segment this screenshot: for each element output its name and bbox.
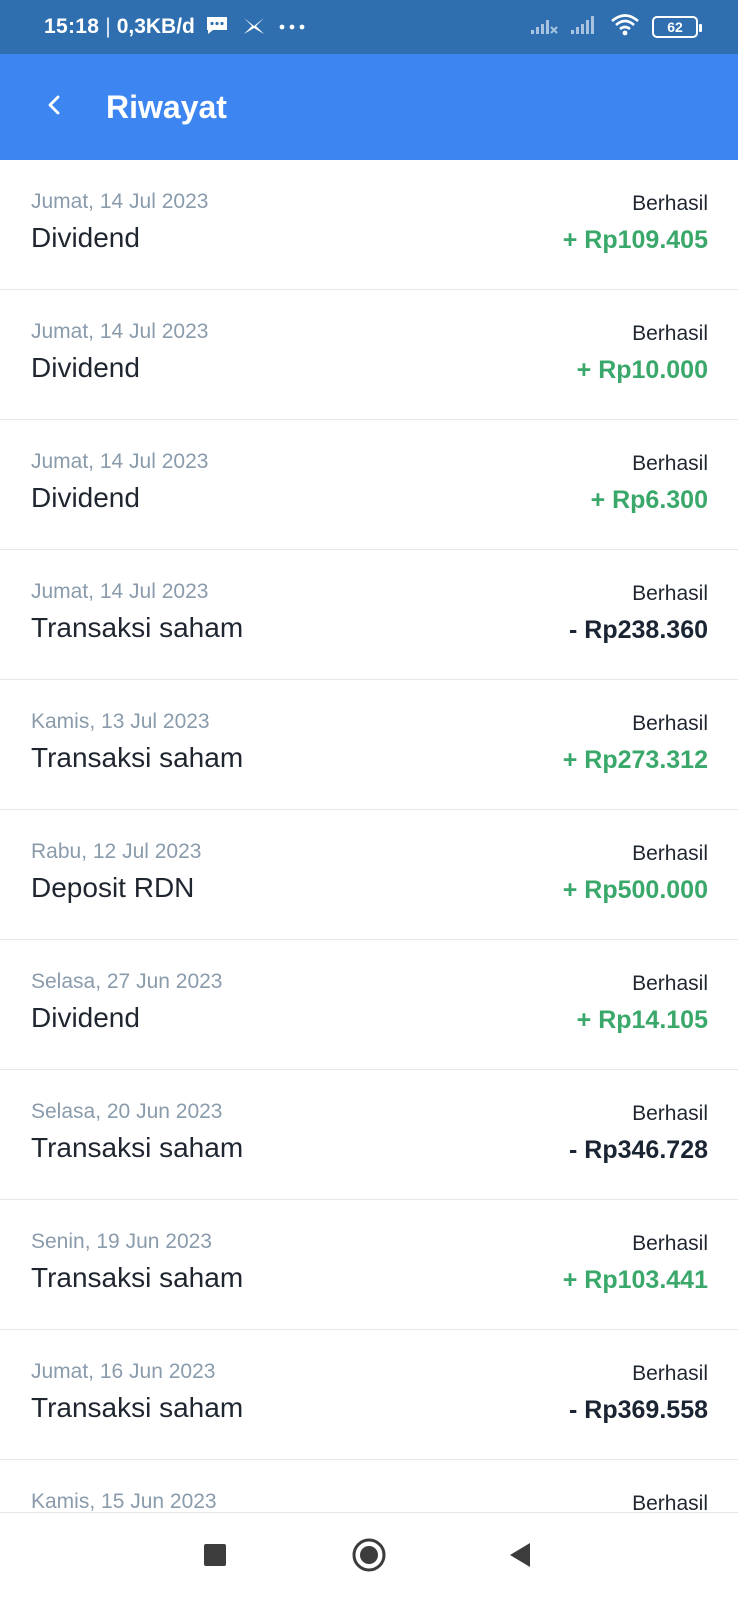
transaction-status: Berhasil [632, 972, 708, 995]
transaction-title: Dividend [31, 222, 140, 253]
message-icon [205, 15, 229, 40]
transaction-date: Rabu, 12 Jul 2023 [31, 840, 202, 863]
transaction-row[interactable]: Selasa, 27 Jun 2023 Dividend Berhasil + Rp1… [0, 940, 738, 1070]
transaction-title: Dividend [31, 1002, 140, 1033]
transaction-status: Berhasil [632, 1102, 708, 1125]
transaction-amount: + Rp14.105 [576, 1006, 708, 1034]
transaction-date: Jumat, 14 Jul 2023 [31, 320, 209, 343]
transaction-title: Transaksi saham [31, 1132, 244, 1163]
status-separator: | [105, 15, 111, 38]
transaction-row[interactable]: Jumat, 14 Jul 2023 Dividend Berhasil + Rp6.… [0, 420, 738, 550]
transaction-date: Kamis, 13 Jul 2023 [31, 710, 210, 733]
transaction-status: Berhasil [632, 712, 708, 735]
transaction-row[interactable]: Jumat, 14 Jul 2023 Transaksi saham Berhasi… [0, 550, 738, 680]
transaction-list: Jumat, 14 Jul 2023 Dividend Berhasil + Rp10… [0, 160, 738, 1590]
transaction-amount: - Rp369.558 [569, 1396, 708, 1424]
app-bar: Riwayat [0, 54, 738, 160]
transaction-status: Berhasil [632, 322, 708, 345]
transaction-row[interactable]: Kamis, 13 Jul 2023 Transaksi saham Berhasi… [0, 680, 738, 810]
signal-icon [570, 15, 598, 40]
network-icon [241, 14, 267, 41]
status-bar: 15:18 | 0,3KB/d 62 [0, 0, 738, 54]
system-back-button[interactable] [498, 1535, 542, 1579]
recents-button[interactable] [193, 1535, 237, 1579]
transaction-title: Transaksi saham [31, 1392, 244, 1423]
recents-square-icon [203, 1543, 227, 1572]
transaction-amount: - Rp346.728 [569, 1136, 708, 1164]
transaction-row[interactable]: Jumat, 14 Jul 2023 Dividend Berhasil + Rp10… [0, 290, 738, 420]
transaction-status: Berhasil [632, 1232, 708, 1255]
signal-icon [530, 15, 558, 40]
transaction-amount: + Rp103.441 [562, 1266, 708, 1294]
transaction-row[interactable]: Selasa, 20 Jun 2023 Transaksi saham Berhas… [0, 1070, 738, 1200]
transaction-title: Transaksi saham [31, 742, 244, 773]
transaction-date: Jumat, 14 Jul 2023 [31, 580, 209, 603]
transaction-date: Jumat, 16 Jun 2023 [31, 1360, 216, 1383]
transaction-amount: + Rp500.000 [562, 876, 708, 904]
transaction-title: Deposit RDN [31, 872, 195, 903]
home-button[interactable] [347, 1535, 391, 1579]
transaction-title: Transaksi saham [31, 612, 244, 643]
transaction-title: Transaksi saham [31, 1262, 244, 1293]
transaction-row[interactable]: Jumat, 16 Jun 2023 Transaksi saham Berhasi… [0, 1330, 738, 1460]
transaction-row[interactable]: Jumat, 14 Jul 2023 Dividend Berhasil + Rp10… [0, 160, 738, 290]
home-circle-icon [351, 1537, 387, 1578]
battery-icon: 62 [652, 16, 702, 38]
transaction-date: Selasa, 27 Jun 2023 [31, 970, 223, 993]
back-button[interactable] [24, 77, 84, 137]
transaction-status: Berhasil [632, 842, 708, 865]
status-time: 15:18 [44, 15, 100, 38]
transaction-title: Dividend [31, 352, 140, 383]
system-nav-bar [0, 1512, 738, 1600]
battery-level: 62 [667, 19, 683, 35]
transaction-amount: + Rp273.312 [562, 746, 708, 774]
transaction-status: Berhasil [632, 192, 708, 215]
transaction-title: Dividend [31, 482, 140, 513]
transaction-amount: + Rp10.000 [576, 356, 708, 384]
transaction-date: Kamis, 15 Jun 2023 [31, 1490, 217, 1513]
transaction-row[interactable]: Rabu, 12 Jul 2023 Deposit RDN Berhasil + Rp… [0, 810, 738, 940]
transaction-status: Berhasil [632, 582, 708, 605]
transaction-amount: + Rp6.300 [590, 486, 708, 514]
transaction-date: Senin, 19 Jun 2023 [31, 1230, 212, 1253]
transaction-amount: - Rp238.360 [569, 616, 708, 644]
transaction-date: Jumat, 14 Jul 2023 [31, 190, 209, 213]
transaction-amount: + Rp109.405 [562, 226, 708, 254]
more-icon [279, 18, 305, 36]
transaction-row[interactable]: Senin, 19 Jun 2023 Transaksi saham Berhasi… [0, 1200, 738, 1330]
back-triangle-icon [507, 1541, 533, 1574]
transaction-status: Berhasil [632, 452, 708, 475]
transaction-date: Selasa, 20 Jun 2023 [31, 1100, 223, 1123]
page-title: Riwayat [106, 88, 227, 125]
status-network-speed: 0,3KB/d [116, 15, 195, 38]
back-arrow-icon [46, 94, 62, 121]
wifi-icon [610, 13, 640, 42]
transaction-date: Jumat, 14 Jul 2023 [31, 450, 209, 473]
transaction-status: Berhasil [632, 1362, 708, 1385]
